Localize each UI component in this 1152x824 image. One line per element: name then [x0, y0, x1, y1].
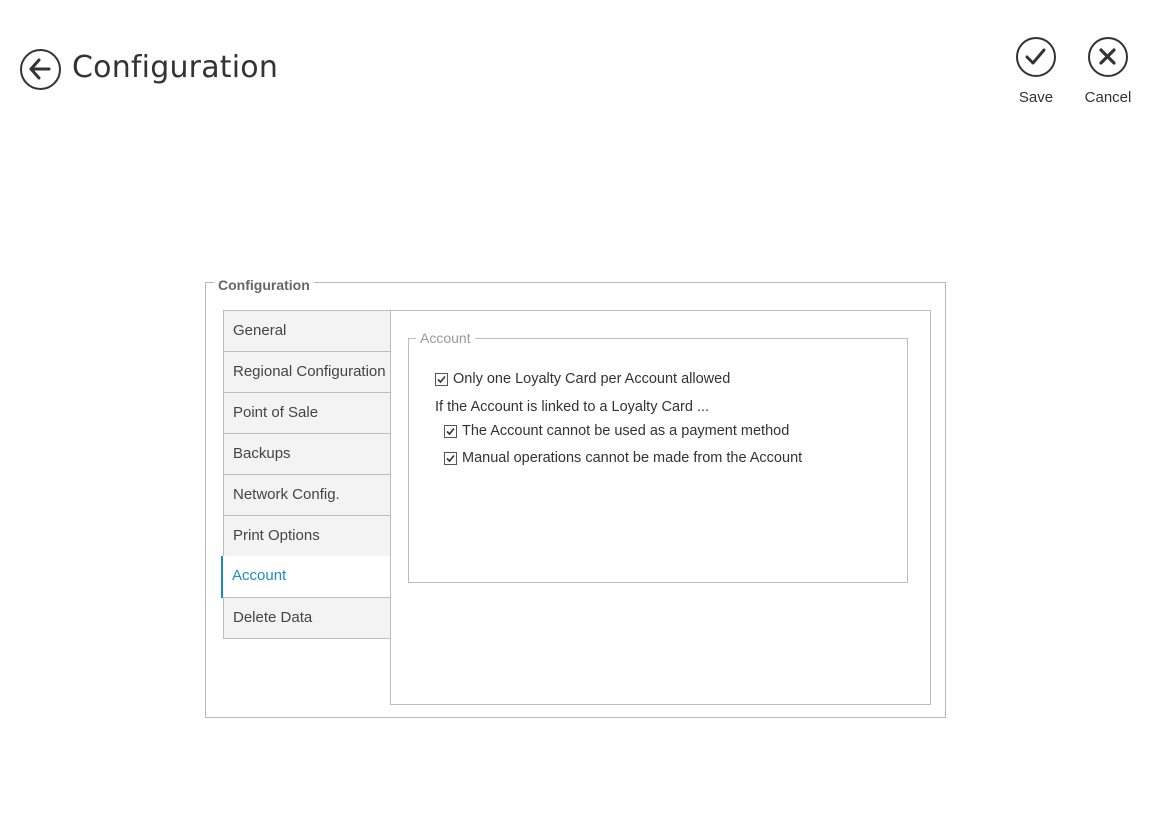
- cancel-label: Cancel: [1084, 89, 1132, 106]
- close-icon: [1099, 48, 1116, 65]
- only-one-card-label: Only one Loyalty Card per Account allowe…: [453, 371, 731, 387]
- save-button[interactable]: Save: [1006, 37, 1066, 106]
- tab-account[interactable]: Account: [221, 556, 391, 598]
- tab-network-config[interactable]: Network Config.: [223, 474, 391, 516]
- tab-list: General Regional Configuration Point of …: [221, 310, 391, 639]
- arrow-left-icon: [29, 58, 51, 80]
- no-payment-label: The Account cannot be used as a payment …: [462, 423, 790, 439]
- check-icon: [446, 427, 455, 435]
- no-manual-ops-label: Manual operations cannot be made from th…: [462, 450, 803, 466]
- page-title: Configuration: [72, 50, 279, 85]
- linked-card-text: If the Account is linked to a Loyalty Ca…: [435, 399, 710, 415]
- save-label: Save: [1018, 89, 1054, 106]
- tab-regional-configuration[interactable]: Regional Configuration: [223, 351, 391, 393]
- checkbox-box[interactable]: [444, 424, 457, 438]
- configuration-group-legend: Configuration: [214, 277, 314, 293]
- back-button[interactable]: [20, 49, 61, 90]
- checkbox-box[interactable]: [444, 451, 457, 465]
- tab-print-options[interactable]: Print Options: [223, 515, 391, 557]
- account-group-legend: Account: [416, 330, 475, 346]
- checkbox-box[interactable]: [435, 372, 448, 386]
- check-icon: [446, 454, 455, 462]
- no-payment-checkbox[interactable]: The Account cannot be used as a payment …: [444, 423, 789, 439]
- tab-point-of-sale[interactable]: Point of Sale: [223, 392, 391, 434]
- checkmark-icon: [1025, 48, 1046, 65]
- tab-delete-data[interactable]: Delete Data: [223, 597, 391, 639]
- check-icon: [437, 375, 446, 383]
- configuration-group: Configuration General Regional Configura…: [205, 277, 946, 718]
- only-one-card-checkbox[interactable]: Only one Loyalty Card per Account allowe…: [435, 371, 730, 387]
- cancel-button[interactable]: Cancel: [1078, 37, 1138, 106]
- tab-backups[interactable]: Backups: [223, 433, 391, 475]
- account-group: Account Only one Loyalty Card per Accoun…: [408, 330, 908, 583]
- tab-content-panel: Account Only one Loyalty Card per Accoun…: [390, 310, 931, 705]
- no-manual-ops-checkbox[interactable]: Manual operations cannot be made from th…: [444, 450, 802, 466]
- tab-general[interactable]: General: [223, 310, 391, 352]
